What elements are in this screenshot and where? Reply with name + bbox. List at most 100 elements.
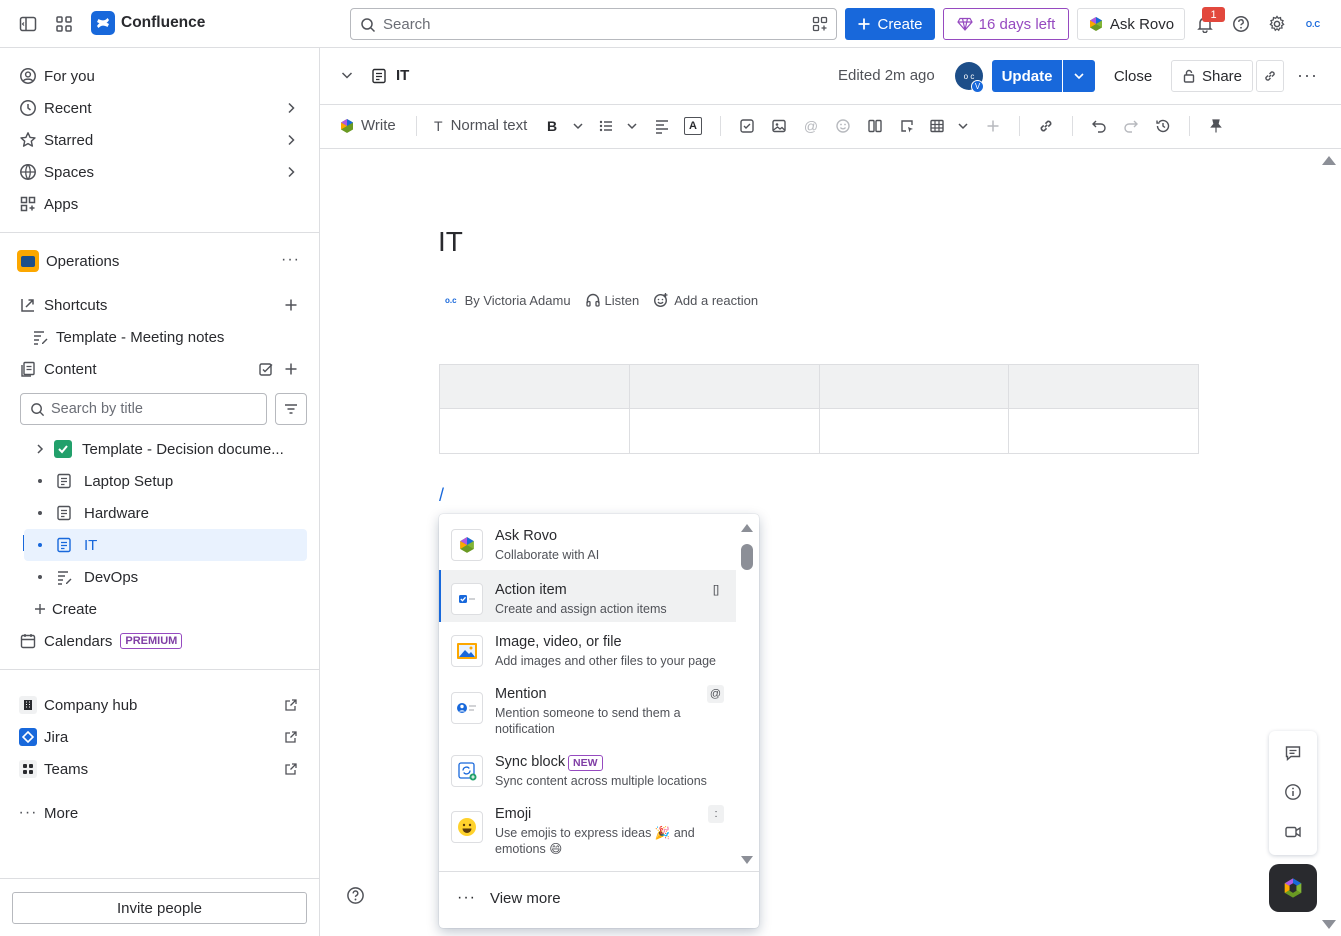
add-shortcut-icon[interactable]	[284, 298, 298, 312]
text-color-icon[interactable]: A	[684, 117, 702, 135]
write-button[interactable]: Write	[339, 117, 396, 134]
tree-item-devops[interactable]: DevOps	[24, 561, 307, 593]
sidebar-item-company-hub[interactable]: Company hub	[12, 689, 308, 721]
mention-icon[interactable]: @	[802, 117, 820, 135]
close-button[interactable]: Close	[1105, 60, 1161, 92]
help-icon[interactable]	[1232, 15, 1250, 33]
align-left-icon[interactable]	[653, 117, 671, 135]
emoji-icon[interactable]	[834, 117, 852, 135]
insert-plus-icon[interactable]	[984, 117, 1002, 135]
sidebar-item-recent[interactable]: Recent	[12, 92, 308, 124]
filter-button[interactable]	[275, 393, 307, 425]
share-button[interactable]: Share	[1171, 60, 1253, 92]
tree-item-it[interactable]: IT	[24, 529, 307, 561]
sidebar-item-jira[interactable]: Jira	[12, 721, 308, 753]
tree-item-hardware[interactable]: Hardware	[24, 497, 307, 529]
undo-icon[interactable]	[1090, 117, 1108, 135]
app-switcher-icon[interactable]	[54, 14, 74, 34]
table-cell[interactable]	[1008, 408, 1199, 454]
menu-item-emoji[interactable]: Emoji Use emojis to express ideas 🎉 and …	[439, 794, 736, 860]
breadcrumb[interactable]: IT	[371, 67, 409, 84]
sidebar-item-starred[interactable]: Starred	[12, 124, 308, 156]
org-avatar[interactable]: O.C	[1300, 12, 1326, 36]
menu-scroll-up-arrow[interactable]	[741, 524, 753, 532]
listen-button[interactable]: Listen	[605, 293, 640, 308]
table-header-cell[interactable]	[1008, 364, 1199, 409]
content-checklist-icon[interactable]	[258, 361, 274, 377]
document-title[interactable]: IT	[438, 226, 463, 258]
chevron-right-icon[interactable]	[34, 443, 46, 455]
menu-item-ask-rovo[interactable]: Ask Rovo Collaborate with AI	[439, 516, 736, 568]
table-cell[interactable]	[819, 408, 1009, 454]
copy-link-button[interactable]	[1256, 60, 1284, 92]
text-style-dropdown[interactable]: T Normal text	[434, 117, 527, 134]
space-operations[interactable]: Operations ···	[12, 245, 308, 277]
table-header-cell[interactable]	[819, 364, 1009, 409]
ask-rovo-button[interactable]: Ask Rovo	[1077, 8, 1185, 40]
editor-help-icon[interactable]	[346, 886, 365, 905]
sidebar-item-more[interactable]: ··· More	[12, 797, 308, 829]
action-item-icon[interactable]	[738, 117, 756, 135]
sidebar-toggle-icon[interactable]	[18, 14, 38, 34]
sidebar-item-calendars[interactable]: Calendars PREMIUM	[12, 625, 308, 657]
search-input[interactable]: Search	[350, 8, 837, 40]
menu-scroll-down-arrow[interactable]	[741, 856, 753, 864]
chevron-down-icon[interactable]	[623, 117, 641, 135]
create-button[interactable]: Create	[845, 8, 935, 40]
invite-people-button[interactable]: Invite people	[12, 892, 307, 924]
update-button[interactable]: Update	[992, 60, 1062, 92]
add-content-icon[interactable]	[284, 362, 298, 376]
tree-item-decision-doc[interactable]: Template - Decision docume...	[24, 433, 307, 465]
document-table[interactable]	[439, 364, 1199, 454]
bullet-list-icon[interactable]	[597, 117, 615, 135]
shortcut-meeting-notes[interactable]: Template - Meeting notes	[24, 321, 307, 353]
table-cell[interactable]	[439, 408, 630, 454]
scroll-down-arrow[interactable]	[1322, 920, 1336, 929]
version-history-icon[interactable]	[1154, 117, 1172, 135]
table-header-cell[interactable]	[629, 364, 820, 409]
menu-item-image-video-file[interactable]: Image, video, or file Add images and oth…	[439, 622, 736, 674]
insert-element-icon[interactable]	[898, 117, 916, 135]
table-header-cell[interactable]	[439, 364, 630, 409]
slash-command-text[interactable]: /	[439, 485, 444, 506]
chevron-down-icon[interactable]	[954, 117, 972, 135]
search-filter-icon[interactable]	[812, 16, 828, 32]
view-more-button[interactable]: ··· View more	[439, 872, 759, 924]
table-cell[interactable]	[629, 408, 820, 454]
info-icon[interactable]	[1284, 783, 1302, 801]
sidebar-item-apps[interactable]: Apps	[12, 188, 308, 220]
trial-button[interactable]: 16 days left	[943, 8, 1069, 40]
chevron-down-icon[interactable]	[569, 117, 587, 135]
search-by-title-input[interactable]: Search by title	[20, 393, 267, 425]
sidebar-item-content[interactable]: Content	[12, 353, 308, 385]
layout-columns-icon[interactable]	[866, 117, 884, 135]
tree-item-laptop-setup[interactable]: Laptop Setup	[24, 465, 307, 497]
sidebar-item-for-you[interactable]: For you	[12, 60, 308, 92]
menu-item-action-item[interactable]: Action item Create and assign action ite…	[439, 570, 736, 622]
table-icon[interactable]	[928, 117, 946, 135]
sidebar-item-teams[interactable]: Teams	[12, 753, 308, 785]
link-icon[interactable]	[1037, 117, 1055, 135]
space-more-icon[interactable]: ···	[281, 251, 300, 269]
sidebar-item-spaces[interactable]: Spaces	[12, 156, 308, 188]
update-options-button[interactable]	[1063, 60, 1095, 92]
add-reaction-button[interactable]: Add a reaction	[674, 293, 758, 308]
video-icon[interactable]	[1284, 823, 1302, 841]
more-actions-icon[interactable]: ···	[1297, 65, 1318, 86]
collapse-chevron-icon[interactable]	[340, 68, 354, 82]
scroll-up-arrow[interactable]	[1322, 156, 1336, 165]
redo-icon[interactable]	[1122, 117, 1140, 135]
tree-create-button[interactable]: Create	[24, 593, 307, 625]
rovo-chat-button[interactable]	[1269, 864, 1317, 912]
sidebar-item-shortcuts[interactable]: Shortcuts	[12, 289, 308, 321]
settings-icon[interactable]	[1268, 15, 1286, 33]
menu-scrollbar-thumb[interactable]	[741, 544, 753, 570]
menu-item-mention[interactable]: Mention Mention someone to send them a n…	[439, 674, 736, 740]
confluence-logo[interactable]: Confluence	[91, 11, 205, 35]
menu-item-sync-block[interactable]: Sync block NEW Sync content across multi…	[439, 742, 736, 794]
comment-icon[interactable]	[1284, 744, 1302, 762]
bold-icon[interactable]: B	[543, 117, 561, 135]
image-icon[interactable]	[770, 117, 788, 135]
pin-toolbar-icon[interactable]	[1207, 117, 1225, 135]
author-name[interactable]: By Victoria Adamu	[465, 293, 571, 308]
